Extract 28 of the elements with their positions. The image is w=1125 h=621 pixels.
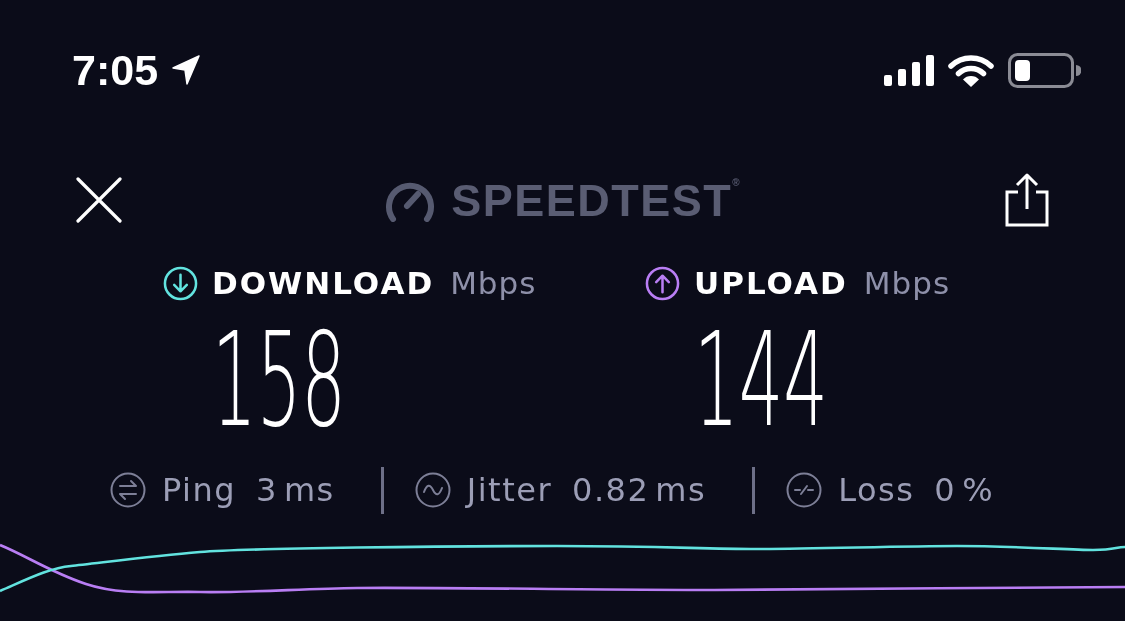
close-button[interactable] — [76, 177, 122, 223]
wifi-icon — [948, 53, 994, 87]
result-unit: Mbps — [450, 267, 537, 299]
result-value: 144 — [694, 315, 828, 445]
jitter-icon — [414, 472, 451, 508]
status-time: 7:05 — [72, 48, 159, 92]
metric-unit: ms — [283, 474, 335, 506]
logo-text: SPEEDTEST$^{®}$ — [451, 177, 740, 223]
metric-label: Ping — [162, 474, 237, 506]
metric-value: 0.82 — [572, 474, 650, 506]
location-arrow-icon — [172, 55, 201, 85]
result-unit: Mbps — [863, 267, 951, 299]
battery-icon — [1008, 52, 1081, 88]
metric-value: 3 — [256, 474, 278, 506]
share-icon — [1005, 173, 1049, 227]
close-icon — [76, 177, 122, 223]
metric-label: Loss — [838, 474, 915, 506]
metric-unit: ms — [655, 474, 707, 506]
result-value: 158 — [212, 315, 346, 445]
share-button[interactable] — [1005, 173, 1049, 227]
metric-label: Jitter — [466, 474, 553, 506]
metric-value: 0 — [934, 474, 957, 506]
result-label: UPLOAD — [694, 267, 848, 299]
loss-icon — [786, 472, 823, 508]
metric-unit: % — [962, 474, 995, 506]
ping-icon — [110, 472, 146, 508]
signal-bars-icon — [884, 54, 934, 86]
result-label: DOWNLOAD — [212, 267, 435, 299]
